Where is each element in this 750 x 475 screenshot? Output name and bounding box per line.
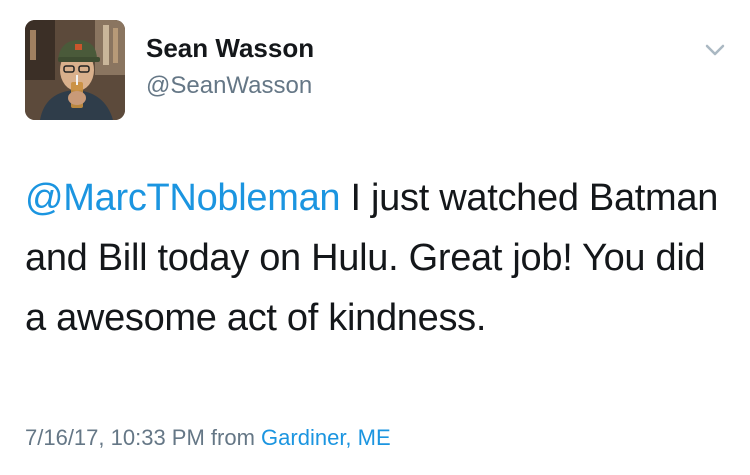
avatar[interactable] [25, 20, 125, 120]
tweet-text: @MarcTNobleman I just watched Batman and… [25, 168, 725, 348]
mention-link[interactable]: @MarcTNobleman [25, 177, 341, 219]
location-link[interactable]: Gardiner, ME [261, 425, 391, 450]
tweet-meta: 7/16/17, 10:33 PM from Gardiner, ME [25, 425, 391, 451]
avatar-photo [25, 20, 125, 120]
chevron-down-icon[interactable] [700, 40, 730, 60]
user-handle[interactable]: @SeanWasson [146, 72, 312, 100]
timestamp[interactable]: 7/16/17, 10:33 PM [25, 425, 205, 450]
from-label: from [210, 425, 255, 450]
display-name[interactable]: Sean Wasson [146, 33, 314, 64]
